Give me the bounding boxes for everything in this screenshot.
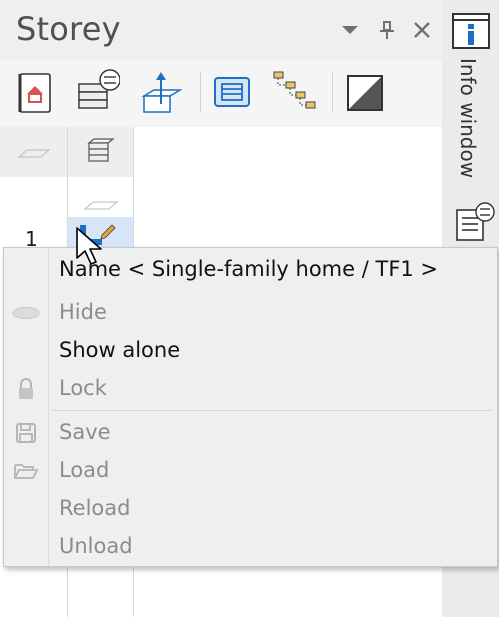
info-window-icon[interactable] bbox=[451, 12, 491, 50]
storey-height-icon[interactable] bbox=[138, 68, 184, 116]
info-window-tab[interactable]: Info window bbox=[456, 58, 480, 178]
context-menu: Name < Single-family home / TF1 > Hide S… bbox=[3, 247, 498, 567]
menu-item-label: Unload bbox=[59, 534, 133, 558]
toolbar-separator bbox=[200, 72, 201, 112]
list-view-icon[interactable] bbox=[210, 68, 256, 116]
menu-item-label: Save bbox=[59, 420, 111, 444]
toolbar-separator bbox=[332, 72, 333, 112]
menu-item-label: Lock bbox=[59, 376, 107, 400]
list-settings-icon[interactable] bbox=[454, 202, 496, 244]
menu-separator bbox=[52, 410, 492, 411]
menu-item-label: Load bbox=[59, 458, 110, 482]
storey-toolbar bbox=[0, 60, 442, 126]
menu-item-hide[interactable]: Hide bbox=[4, 295, 497, 331]
menu-item-label: Show alone bbox=[59, 338, 181, 362]
menu-item-save[interactable]: Save bbox=[4, 415, 497, 451]
layer-settings-icon[interactable] bbox=[74, 68, 121, 116]
menu-item-label: Name < Single-family home / TF1 > bbox=[59, 257, 439, 281]
menu-item-label: Hide bbox=[59, 300, 107, 324]
menu-item-show-alone[interactable]: Show alone bbox=[4, 333, 497, 369]
menu-item-reload[interactable]: Reload bbox=[4, 491, 497, 527]
save-icon bbox=[12, 421, 40, 445]
contrast-icon[interactable] bbox=[342, 68, 388, 116]
plane-icon[interactable] bbox=[84, 199, 118, 213]
menu-item-unload[interactable]: Unload bbox=[4, 529, 497, 565]
notebook-icon[interactable] bbox=[12, 68, 58, 116]
menu-item-lock[interactable]: Lock bbox=[4, 371, 497, 407]
eye-icon bbox=[12, 301, 40, 325]
storey-stack-icon[interactable] bbox=[86, 137, 116, 165]
menu-item-label: Reload bbox=[59, 496, 131, 520]
lock-icon bbox=[12, 377, 40, 401]
close-icon[interactable] bbox=[410, 18, 434, 42]
folder-open-icon bbox=[12, 459, 40, 483]
menu-item-load[interactable]: Load bbox=[4, 453, 497, 489]
dropdown-icon[interactable] bbox=[338, 18, 362, 42]
panel-title: Storey bbox=[16, 10, 121, 48]
mouse-cursor-icon bbox=[76, 227, 102, 265]
panel-titlebar: Storey bbox=[0, 0, 442, 60]
pin-icon[interactable] bbox=[375, 18, 399, 42]
plane-icon[interactable] bbox=[18, 147, 50, 161]
hierarchy-icon[interactable] bbox=[272, 68, 318, 116]
